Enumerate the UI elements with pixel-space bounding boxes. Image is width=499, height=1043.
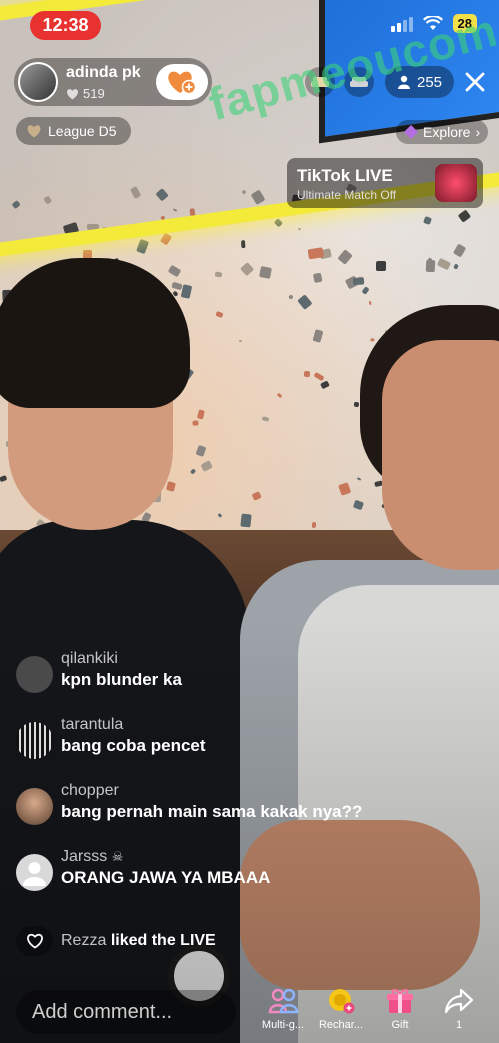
terrazzo-speck xyxy=(240,239,246,248)
league-heart-icon xyxy=(27,125,41,138)
share-icon xyxy=(442,986,476,1016)
comment-username[interactable]: chopper xyxy=(61,782,362,800)
share-count: 1 xyxy=(455,1019,463,1031)
terrazzo-speck xyxy=(192,420,199,426)
default-avatar-icon xyxy=(23,862,46,886)
recharge-icon xyxy=(324,986,358,1016)
diamond-icon xyxy=(404,125,418,139)
match-subtitle: Ultimate Match Off xyxy=(297,188,397,202)
heart-icon xyxy=(67,88,78,99)
league-label: League D5 xyxy=(48,123,117,139)
comment-username[interactable]: qilankiki xyxy=(61,650,182,668)
terrazzo-speck xyxy=(311,521,317,528)
recharge-label: Rechar... xyxy=(318,1019,364,1031)
explore-label: Explore xyxy=(423,124,471,140)
person-right-face xyxy=(382,340,499,570)
comment-text: ORANG JAWA YA MBAAA xyxy=(61,868,271,887)
host-avatar[interactable] xyxy=(18,62,58,102)
match-title: TikTok LIVE xyxy=(297,166,393,185)
terrazzo-speck xyxy=(370,338,375,342)
heart-plus-icon xyxy=(168,71,197,95)
multi-guest-label: Multi-g... xyxy=(261,1019,305,1031)
comment-username[interactable]: Jarsss ☠ xyxy=(61,848,270,866)
host-likes-count: 519 xyxy=(83,86,105,101)
comment-username-text: Jarsss xyxy=(61,848,108,865)
comment-item[interactable]: chopper bang pernah main sama kakak nya?… xyxy=(16,782,362,825)
league-badge[interactable]: League D5 xyxy=(16,117,131,145)
host-likes: 519 xyxy=(66,86,105,101)
comment-avatar[interactable] xyxy=(16,722,53,759)
host-info[interactable]: adinda pk 519 xyxy=(14,58,212,106)
heart-outline-icon xyxy=(16,926,53,956)
gift-icon xyxy=(383,986,417,1016)
comment-input[interactable]: Add comment... xyxy=(16,990,236,1034)
explore-button[interactable]: Explore › xyxy=(396,120,489,144)
comment-text: bang coba pencet xyxy=(61,736,206,755)
terrazzo-speck xyxy=(303,370,310,377)
match-banner[interactable]: TikTok LIVE Ultimate Match Off xyxy=(287,158,483,208)
like-notification: Rezza liked the LIVE xyxy=(16,926,216,956)
terrazzo-speck xyxy=(376,260,387,272)
multi-guest-icon xyxy=(266,986,300,1016)
host-name: adinda pk xyxy=(66,64,141,81)
comment-text: kpn blunder ka xyxy=(61,670,182,689)
terrazzo-speck xyxy=(165,480,176,492)
chevron-right-icon: › xyxy=(475,124,481,140)
multi-guest-button[interactable]: Multi-g... xyxy=(256,986,310,1031)
comment-avatar[interactable] xyxy=(16,656,53,693)
comment-text: bang pernah main sama kakak nya?? xyxy=(61,802,363,821)
comment-item[interactable]: tarantula bang coba pencet xyxy=(16,716,206,759)
recharge-button[interactable]: Rechar... xyxy=(314,986,368,1031)
comment-username[interactable]: tarantula xyxy=(61,716,206,734)
comment-item[interactable]: qilankiki kpn blunder ka xyxy=(16,650,182,693)
comment-avatar[interactable] xyxy=(16,854,53,891)
comment-item[interactable]: Jarsss ☠ ORANG JAWA YA MBAAA xyxy=(16,848,270,891)
terrazzo-speck xyxy=(353,277,365,285)
gift-label: Gift xyxy=(391,1019,409,1031)
status-time: 12:38 xyxy=(30,11,101,40)
liked-text: liked the LIVE xyxy=(110,932,216,949)
terrazzo-speck xyxy=(353,401,360,407)
skull-icon: ☠ xyxy=(111,849,124,864)
terrazzo-speck xyxy=(240,513,252,528)
liked-username[interactable]: Rezza xyxy=(61,932,106,949)
close-icon[interactable] xyxy=(460,67,490,97)
comment-avatar[interactable] xyxy=(16,788,53,825)
terrazzo-speck xyxy=(425,260,436,273)
share-button[interactable]: 1 xyxy=(432,986,486,1031)
follow-button[interactable] xyxy=(156,64,208,100)
match-badge-icon xyxy=(435,164,477,202)
gift-button[interactable]: Gift xyxy=(373,986,427,1031)
